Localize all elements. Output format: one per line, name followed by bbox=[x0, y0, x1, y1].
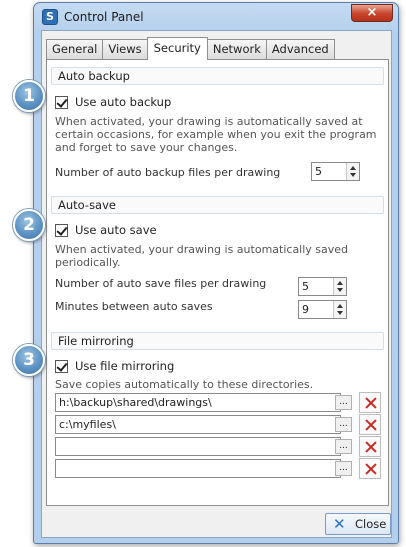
auto-backup-checkbox-label: Use auto backup bbox=[75, 95, 172, 109]
auto-save-files-label: Number of auto save files per drawing bbox=[55, 277, 267, 290]
auto-save-description: When activated, your drawing is automati… bbox=[55, 243, 349, 269]
browse-button[interactable]: ... bbox=[335, 395, 352, 410]
file-mirroring-header: File mirroring bbox=[51, 332, 384, 350]
mirror-directory-input[interactable]: h:\backup\shared\drawings\ bbox=[55, 393, 341, 412]
mirror-directory-row: ... bbox=[55, 458, 381, 479]
delete-icon[interactable] bbox=[359, 436, 381, 457]
delete-icon[interactable] bbox=[359, 414, 381, 435]
browse-button[interactable]: ... bbox=[335, 461, 352, 476]
auto-backup-files-value: 5 bbox=[315, 165, 322, 178]
delete-icon[interactable] bbox=[359, 392, 381, 413]
security-tab-panel: Auto backup Use auto backup When activat… bbox=[46, 59, 389, 506]
auto-save-files-stepper[interactable]: 5 bbox=[298, 277, 347, 296]
mirror-directory-input[interactable]: c:\myfiles\ bbox=[55, 415, 341, 434]
tab-security[interactable]: Security bbox=[146, 37, 208, 60]
mirror-directory-row: ... bbox=[55, 436, 381, 457]
auto-save-minutes-value: 9 bbox=[302, 303, 309, 316]
close-button-label: Close bbox=[355, 517, 387, 531]
auto-save-minutes-label: Minutes between auto saves bbox=[55, 300, 213, 313]
auto-backup-files-label: Number of auto backup files per drawing bbox=[55, 166, 281, 179]
auto-backup-checkbox[interactable] bbox=[55, 95, 68, 109]
auto-save-option[interactable]: Use auto save bbox=[55, 222, 157, 238]
callout-badge-2: 2 bbox=[13, 209, 45, 241]
auto-save-minutes-stepper[interactable]: 9 bbox=[298, 300, 347, 319]
tab-strip: General Views Security Network Advanced bbox=[46, 37, 335, 60]
callout-badge-3: 3 bbox=[13, 344, 45, 376]
auto-save-checkbox[interactable] bbox=[55, 223, 68, 237]
browse-button[interactable]: ... bbox=[335, 417, 352, 432]
tab-network[interactable]: Network bbox=[206, 39, 267, 59]
dialog-client-area: General Views Security Network Advanced … bbox=[41, 30, 392, 538]
auto-save-files-value: 5 bbox=[302, 280, 309, 293]
auto-backup-option[interactable]: Use auto backup bbox=[55, 94, 171, 110]
auto-save-checkbox-label: Use auto save bbox=[75, 223, 157, 237]
delete-icon[interactable] bbox=[359, 458, 381, 479]
file-mirroring-option[interactable]: Use file mirroring bbox=[55, 358, 174, 374]
mirror-directory-input[interactable] bbox=[55, 437, 341, 456]
mirror-directory-input[interactable] bbox=[55, 459, 341, 478]
mirror-directory-row: c:\myfiles\ ... bbox=[55, 414, 381, 435]
close-button[interactable]: ✕ Close bbox=[325, 513, 391, 535]
auto-backup-header: Auto backup bbox=[51, 67, 384, 85]
stepper-arrows-icon[interactable] bbox=[333, 278, 346, 295]
file-mirroring-checkbox-label: Use file mirroring bbox=[75, 359, 175, 373]
window-close-icon[interactable]: × bbox=[351, 4, 393, 22]
tab-general[interactable]: General bbox=[46, 39, 104, 59]
auto-backup-description: When activated, your drawing is automati… bbox=[55, 115, 377, 154]
auto-backup-files-stepper[interactable]: 5 bbox=[311, 162, 360, 181]
stepper-arrows-icon[interactable] bbox=[346, 163, 359, 180]
control-panel-window: S Control Panel × General Views Security… bbox=[33, 2, 399, 544]
file-mirroring-checkbox[interactable] bbox=[55, 359, 68, 373]
window-title: Control Panel bbox=[64, 10, 144, 24]
stepper-arrows-icon[interactable] bbox=[333, 301, 346, 318]
browse-button[interactable]: ... bbox=[335, 439, 352, 454]
auto-save-header: Auto-save bbox=[51, 196, 384, 214]
file-mirroring-description: Save copies automatically to these direc… bbox=[55, 378, 314, 391]
callout-badge-1: 1 bbox=[13, 80, 45, 112]
mirror-directory-row: h:\backup\shared\drawings\ ... bbox=[55, 392, 381, 413]
tab-advanced[interactable]: Advanced bbox=[265, 39, 335, 59]
close-icon: ✕ bbox=[333, 515, 346, 533]
tab-views[interactable]: Views bbox=[102, 39, 148, 59]
app-logo-icon: S bbox=[42, 9, 58, 25]
